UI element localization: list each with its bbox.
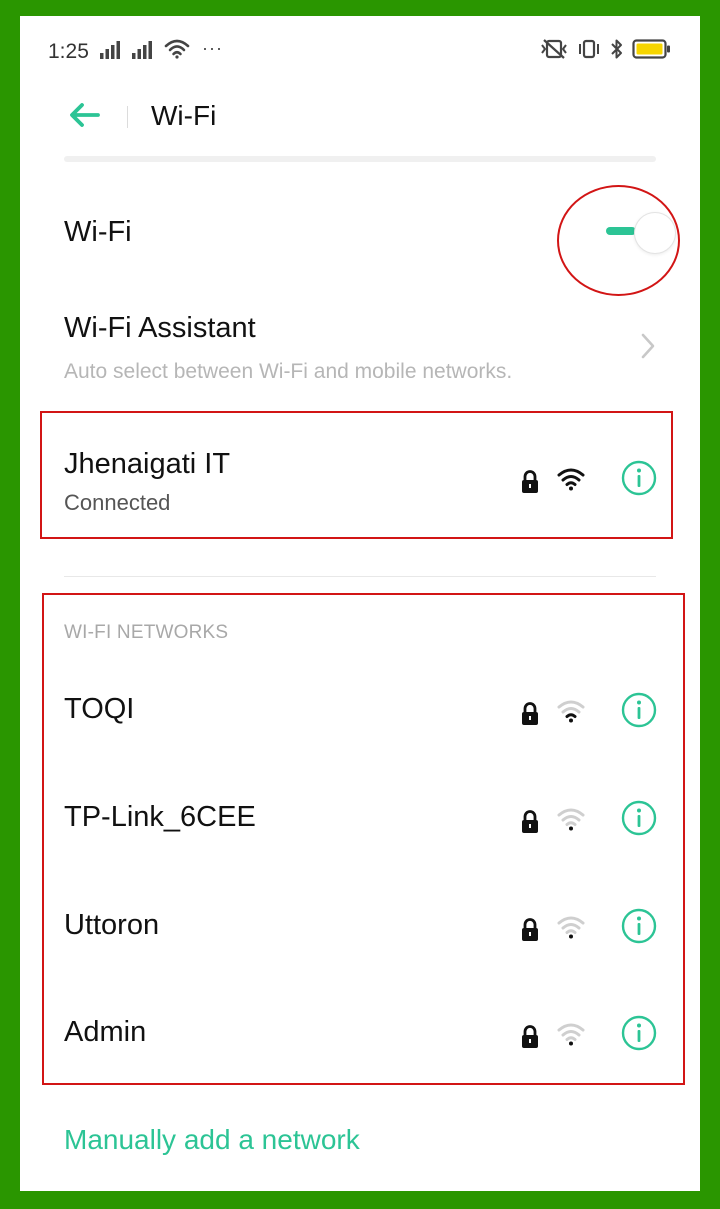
more-dots: ···	[202, 38, 223, 58]
info-icon[interactable]	[621, 908, 657, 944]
page-title: Wi-Fi	[151, 100, 217, 131]
wifi-status-icon	[164, 39, 190, 59]
chevron-right-icon	[641, 333, 655, 359]
lock-icon	[522, 918, 538, 941]
bluetooth-icon	[611, 39, 622, 59]
wifi-signal-full-icon	[557, 468, 585, 491]
info-icon[interactable]	[621, 460, 657, 496]
networks-section-heading: WI-FI NETWORKS	[64, 622, 229, 643]
manually-add-network-link[interactable]: Manually add a network	[64, 1124, 360, 1156]
connected-network-status: Connected	[64, 490, 171, 515]
network-name: Uttoron	[64, 909, 160, 941]
wifi-signal-weak-icon	[557, 808, 585, 831]
lock-icon	[522, 810, 538, 833]
info-icon[interactable]	[621, 800, 657, 836]
back-button[interactable]	[64, 98, 104, 132]
toggle-track	[606, 227, 636, 235]
info-icon[interactable]	[621, 1015, 657, 1051]
signal-icon	[132, 41, 152, 59]
wifi-toggle-label: Wi-Fi	[64, 216, 132, 248]
network-name: Admin	[64, 1016, 147, 1048]
header-separator	[64, 156, 656, 162]
network-row[interactable]: TOQI	[64, 680, 657, 750]
vibrate-icon	[579, 39, 599, 59]
info-icon[interactable]	[621, 692, 657, 728]
section-separator	[64, 576, 656, 577]
connected-network-name: Jhenaigati IT	[64, 448, 231, 480]
back-arrow-icon	[70, 103, 100, 127]
wifi-assistant-subtitle: Auto select between Wi-Fi and mobile net…	[64, 360, 513, 383]
wifi-settings-screen: 1:25 ··· Wi-Fi Wi-Fi Wi-Fi Assistant Aut…	[20, 16, 700, 1191]
network-row[interactable]: Admin	[64, 1003, 657, 1073]
connected-network-row[interactable]: Jhenaigati IT Connected	[64, 444, 657, 524]
app-header: Wi-Fi	[20, 88, 700, 148]
status-time: 1:25	[48, 40, 89, 63]
lock-icon	[522, 470, 538, 493]
battery-icon	[632, 39, 670, 59]
network-row[interactable]: TP-Link_6CEE	[64, 788, 657, 858]
lock-icon	[522, 702, 538, 725]
wifi-signal-weak-icon	[557, 1023, 585, 1046]
lock-icon	[522, 1025, 538, 1048]
vibrate-off-icon	[541, 39, 567, 59]
wifi-signal-weak-icon	[557, 916, 585, 939]
signal-icon	[100, 41, 120, 59]
wifi-assistant-title: Wi-Fi Assistant	[64, 312, 256, 344]
wifi-toggle-switch[interactable]	[582, 212, 682, 254]
wifi-assistant-row[interactable]: Wi-Fi Assistant Auto select between Wi-F…	[64, 306, 656, 396]
network-row[interactable]: Uttoron	[64, 896, 657, 966]
status-bar: 1:25 ···	[20, 16, 700, 88]
toggle-knob	[634, 212, 676, 254]
wifi-signal-medium-icon	[557, 700, 585, 723]
header-divider	[127, 106, 128, 128]
status-left-icons: ···	[100, 38, 223, 59]
status-right-icons	[540, 38, 672, 60]
network-name: TP-Link_6CEE	[64, 801, 256, 833]
wifi-toggle-row: Wi-Fi	[64, 196, 676, 276]
network-name: TOQI	[64, 693, 135, 725]
